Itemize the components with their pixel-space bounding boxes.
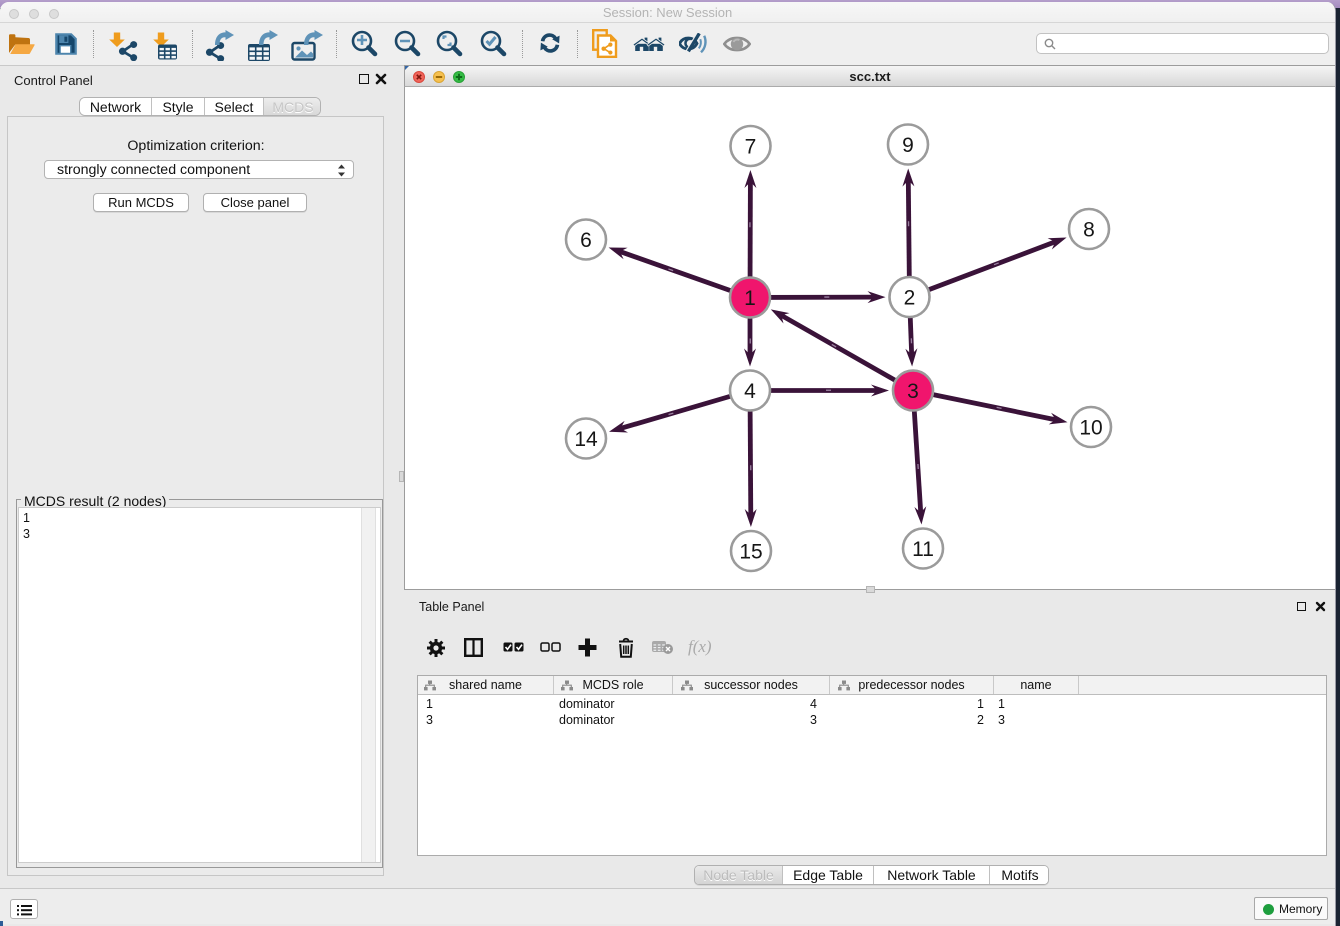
- svg-text:9: 9: [902, 134, 914, 157]
- svg-text:14: 14: [574, 428, 598, 451]
- svg-text:6: 6: [580, 229, 592, 252]
- svg-text:2: 2: [904, 287, 916, 310]
- svg-text:1: 1: [744, 287, 756, 310]
- svg-text:3: 3: [907, 380, 919, 403]
- svg-text:7: 7: [745, 136, 757, 159]
- svg-text:4: 4: [744, 380, 756, 403]
- svg-text:10: 10: [1079, 417, 1102, 440]
- svg-text:15: 15: [739, 541, 762, 564]
- svg-text:8: 8: [1083, 219, 1095, 242]
- svg-text:11: 11: [912, 538, 934, 561]
